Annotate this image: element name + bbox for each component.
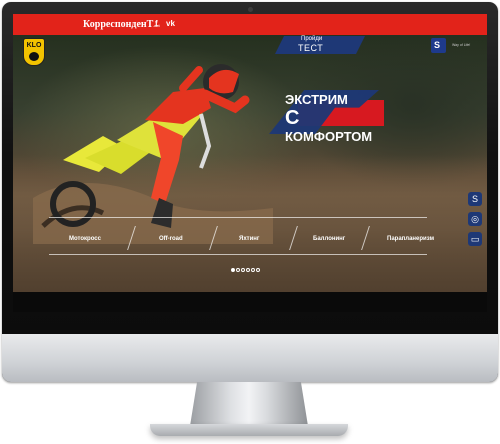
monitor-stand xyxy=(190,382,308,426)
slogan-line3: КОМФОРТОМ xyxy=(285,129,373,144)
steering-wheel-icon[interactable]: ◎ xyxy=(468,212,482,226)
moto-icon xyxy=(29,52,39,61)
page-bottom-band xyxy=(13,292,487,312)
categories-top-line xyxy=(49,217,427,218)
top-bar: КорреспонденТ.net f vk xyxy=(13,14,487,35)
suzuki-logo[interactable]: S xyxy=(431,38,446,53)
carousel-dot[interactable] xyxy=(251,268,255,272)
carousel-dots xyxy=(231,259,261,272)
carousel-dot[interactable] xyxy=(231,268,235,272)
camera xyxy=(248,7,253,12)
carousel-dot[interactable] xyxy=(236,268,240,272)
carousel-dot[interactable] xyxy=(241,268,245,272)
category-motocross[interactable]: Мотокросс xyxy=(69,236,101,242)
categories-bottom-line xyxy=(49,254,427,255)
carousel-dot[interactable] xyxy=(256,268,260,272)
motocross-rider-image xyxy=(33,64,273,244)
chat-icon[interactable]: ▭ xyxy=(468,232,482,246)
category-yachting[interactable]: Яхтинг xyxy=(239,236,259,242)
carousel-dot[interactable] xyxy=(246,268,250,272)
site-logo[interactable]: КорреспонденТ.net xyxy=(83,19,160,30)
test-banner-line1[interactable]: Пройди xyxy=(301,36,322,42)
category-ballooning[interactable]: Баллонинг xyxy=(313,236,345,242)
category-offroad[interactable]: Off-road xyxy=(159,236,183,242)
club-logo[interactable]: KLO xyxy=(23,38,45,66)
slogan-line1: ЭКСТРИМ xyxy=(285,92,348,107)
slogan-line2: С xyxy=(285,107,300,129)
monitor-base xyxy=(150,424,348,436)
facebook-icon[interactable]: f xyxy=(155,19,158,28)
vk-icon[interactable]: vk xyxy=(166,19,175,28)
suzuki-icon[interactable]: S xyxy=(468,192,482,206)
monitor-chin xyxy=(2,334,498,382)
category-paragliding[interactable]: Парапланеризм xyxy=(387,236,434,242)
screen: КорреспонденТ.net f vk KLO Пройди ТЕСТ S… xyxy=(13,14,487,312)
test-banner-line2[interactable]: ТЕСТ xyxy=(298,43,323,53)
suzuki-tagline: Way of Life! xyxy=(452,43,471,47)
